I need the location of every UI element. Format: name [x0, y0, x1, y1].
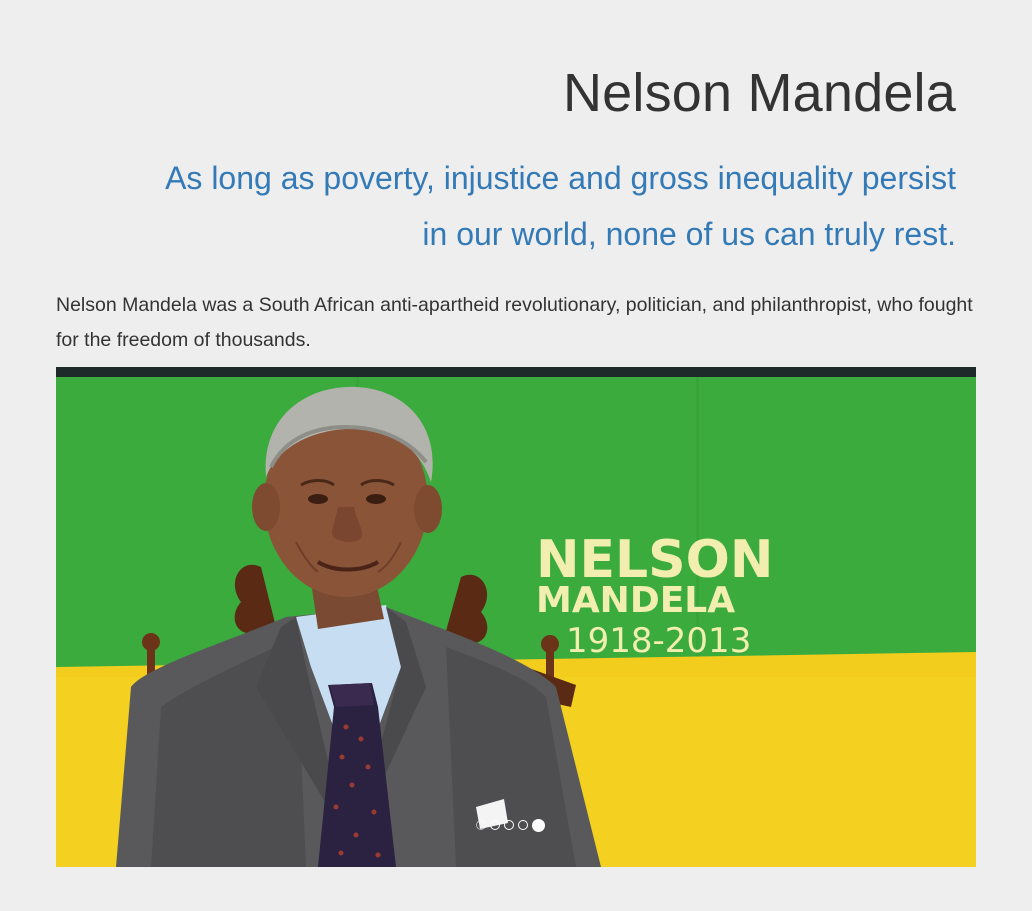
page-title: Nelson Mandela [562, 63, 956, 123]
page: Nelson Mandela As long as poverty, injus… [0, 0, 1032, 911]
description: Nelson Mandela was a South African anti-… [56, 294, 973, 351]
carousel-indicator-2[interactable] [490, 820, 500, 830]
mandela-photo: NELSON MANDELA 1918-2013 [56, 367, 976, 867]
quote-line-2: in our world, none of us can truly rest. [422, 216, 956, 252]
carousel-indicators [476, 818, 545, 832]
carousel-slide: NELSON MANDELA 1918-2013 [56, 367, 976, 867]
carousel-indicator-1[interactable] [476, 820, 486, 830]
carousel-indicator-3[interactable] [504, 820, 514, 830]
quote-line-1: As long as poverty, injustice and gross … [165, 160, 956, 196]
banner-years: 1918-2013 [566, 621, 751, 661]
quote: As long as poverty, injustice and gross … [56, 150, 956, 262]
carousel-indicator-4[interactable] [518, 820, 528, 830]
banner-name-line-2: MANDELA [536, 580, 735, 621]
carousel-indicator-5[interactable] [532, 818, 545, 832]
image-carousel[interactable]: NELSON MANDELA 1918-2013 [56, 367, 976, 867]
